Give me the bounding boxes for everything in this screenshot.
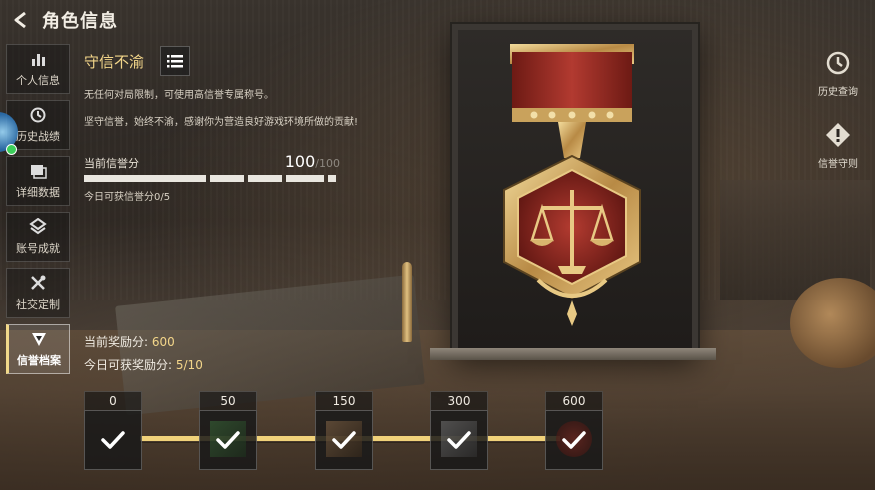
checkmark-icon (216, 431, 240, 449)
milestone-box (84, 410, 142, 470)
list-button[interactable] (160, 46, 191, 76)
credit-max: /100 (315, 157, 340, 170)
clock-icon (826, 51, 850, 75)
sidebar-item-label: 社交定制 (16, 298, 60, 311)
sidebar-item-label: 历史战绩 (16, 130, 60, 143)
bar-chart-icon (32, 54, 45, 66)
reputation-icon (32, 333, 46, 346)
sidebar-item-reputation[interactable]: 信誉档案 (6, 324, 70, 374)
medal-display-frame (452, 24, 698, 354)
credit-bar-segment (328, 175, 336, 182)
sidebar-item-label: 信誉档案 (17, 354, 61, 367)
header: 角色信息 (10, 6, 118, 34)
frame-stand (430, 348, 716, 360)
reputation-description: 无任何对局限制，可使用高信誉专属称号。 (84, 90, 274, 101)
today-reward-label: 今日可获奖励分: (84, 358, 173, 372)
milestone-value: 300 (430, 391, 488, 410)
milestone-value: 0 (84, 391, 142, 410)
today-reward: 今日可获奖励分: 5/10 (84, 356, 203, 373)
milestone-150[interactable]: 150 (315, 391, 373, 470)
milestone-300[interactable]: 300 (430, 391, 488, 470)
milestone-0[interactable]: 0 (84, 391, 142, 470)
checkmark-icon (332, 431, 356, 449)
current-reward: 当前奖励分: 600 (84, 333, 175, 350)
current-reward-label: 当前奖励分: (84, 335, 149, 349)
current-reward-value: 600 (151, 335, 175, 349)
reputation-panel: 守信不渝 无任何对局限制，可使用高信誉专属称号。 坚守信誉，始终不渝，感谢你为营… (84, 46, 384, 203)
credit-score-row: 当前信誉分 100/100 (84, 152, 340, 171)
milestone-600[interactable]: 600 (545, 391, 603, 470)
milestone-value: 150 (315, 391, 373, 410)
tools-icon (31, 275, 46, 290)
checkmark-icon (101, 431, 125, 449)
credit-bar-segment (248, 175, 282, 182)
credit-bar-segment (210, 175, 244, 182)
milestone-value: 600 (545, 391, 603, 410)
reputation-medal-image (503, 44, 641, 326)
background-bullet (402, 262, 412, 342)
sidebar-item-label: 个人信息 (16, 74, 60, 87)
reputation-rules-button[interactable]: 信誉守则 (810, 122, 866, 171)
milestone-box (199, 410, 257, 470)
sidebar-item-personal-info[interactable]: 个人信息 (6, 44, 70, 94)
sidebar-item-achievements[interactable]: 账号成就 (6, 212, 70, 262)
milestone-50[interactable]: 50 (199, 391, 257, 470)
online-status-dot (6, 144, 17, 155)
achievement-icon (29, 218, 47, 235)
sidebar-item-detailed-data[interactable]: 详细数据 (6, 156, 70, 206)
checkmark-icon (562, 431, 586, 449)
credit-value: 100 (284, 152, 316, 171)
credit-progress-bar (84, 175, 340, 182)
milestone-box (315, 410, 373, 470)
reputation-thanks: 坚守信誉，始终不渝，感谢你为营造良好游戏环境所做的贡献! (84, 117, 359, 128)
milestone-box (545, 410, 603, 470)
sidebar: 个人信息 历史战绩 详细数据 账号成就 社交定制 信誉档案 (6, 44, 72, 380)
history-query-button[interactable]: 历史查询 (810, 50, 866, 99)
credit-label: 当前信誉分 (84, 157, 139, 170)
reputation-rules-label: 信誉守则 (818, 159, 858, 170)
today-reward-value: 5/10 (175, 358, 203, 372)
list-icon (167, 55, 184, 68)
milestone-box (430, 410, 488, 470)
history-icon (30, 107, 46, 123)
history-query-label: 历史查询 (818, 87, 858, 98)
data-icon (31, 165, 47, 179)
sidebar-item-social[interactable]: 社交定制 (6, 268, 70, 318)
back-arrow-icon[interactable] (10, 9, 32, 31)
sidebar-item-label: 账号成就 (16, 242, 60, 255)
today-credit: 今日可获信誉分0/5 (84, 192, 171, 203)
credit-bar-segment (286, 175, 324, 182)
reputation-title: 守信不渝 (84, 52, 145, 71)
credit-bar-segment (84, 175, 206, 182)
warning-diamond-icon (826, 123, 850, 147)
sidebar-item-label: 详细数据 (16, 186, 60, 199)
page-title: 角色信息 (42, 11, 118, 32)
checkmark-icon (447, 431, 471, 449)
milestone-value: 50 (199, 391, 257, 410)
